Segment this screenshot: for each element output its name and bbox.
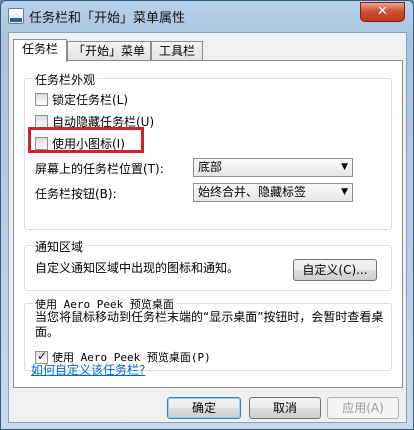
annotation-highlight-box (28, 127, 144, 153)
tab-panel-taskbar: 任务栏外观 锁定任务栏(L) 自动隐藏任务栏(U) 使用小图标(I) 屏幕上的任… (13, 60, 403, 388)
location-select[interactable]: 底部 ▼ (193, 158, 353, 177)
apply-button[interactable]: 应用(A) (327, 397, 399, 419)
notification-group: 通知区域 自定义通知区域中出现的图标和通知。 自定义(C)... (24, 238, 392, 291)
aero-peek-description: 当您将鼠标移动到任务栏末端的“显示桌面”按钮时，会暂时查看桌面。 (35, 310, 384, 339)
buttons-value: 始终合并、隐藏标签 (198, 185, 307, 199)
tab-taskbar[interactable]: 任务栏 (13, 39, 67, 62)
buttons-select[interactable]: 始终合并、隐藏标签 ▼ (193, 183, 353, 202)
location-value: 底部 (198, 160, 223, 174)
tab-start-menu[interactable]: 「开始」菜单 (67, 41, 151, 61)
lock-taskbar-box[interactable] (35, 93, 48, 106)
properties-window: 任务栏和「开始」菜单属性 ✕ 任务栏 「开始」菜单 工具栏 任务栏外观 锁定任务… (0, 0, 414, 430)
taskbar-app-icon (8, 8, 24, 24)
cancel-button[interactable]: 取消 (249, 397, 321, 419)
appearance-group-title: 任务栏外观 (33, 71, 98, 88)
window-title: 任务栏和「开始」菜单属性 (29, 11, 186, 26)
title-bar[interactable]: 任务栏和「开始」菜单属性 ✕ (1, 1, 413, 31)
lock-taskbar-checkbox[interactable]: 锁定任务栏(L) (35, 91, 128, 107)
dialog-client-area: 任务栏 「开始」菜单 工具栏 任务栏外观 锁定任务栏(L) 自动隐藏任务栏(U)… (8, 32, 407, 423)
chevron-down-icon: ▼ (341, 162, 348, 172)
notification-description: 自定义通知区域中出现的图标和通知。 (35, 261, 240, 275)
notification-group-title: 通知区域 (33, 238, 86, 255)
appearance-group: 任务栏外观 锁定任务栏(L) 自动隐藏任务栏(U) 使用小图标(I) 屏幕上的任… (24, 71, 392, 230)
lock-taskbar-label: 锁定任务栏(L) (52, 93, 129, 107)
chevron-down-icon: ▼ (341, 187, 348, 197)
help-link[interactable]: 如何自定义该任务栏? (31, 361, 145, 378)
ok-button[interactable]: 确定 (167, 397, 241, 419)
location-label: 屏幕上的任务栏位置(T): (35, 162, 164, 176)
customize-button[interactable]: 自定义(C)... (293, 259, 377, 281)
tab-toolbars[interactable]: 工具栏 (151, 41, 203, 61)
close-button[interactable]: ✕ (360, 2, 405, 22)
buttons-label: 任务栏按钮(B): (35, 187, 117, 201)
